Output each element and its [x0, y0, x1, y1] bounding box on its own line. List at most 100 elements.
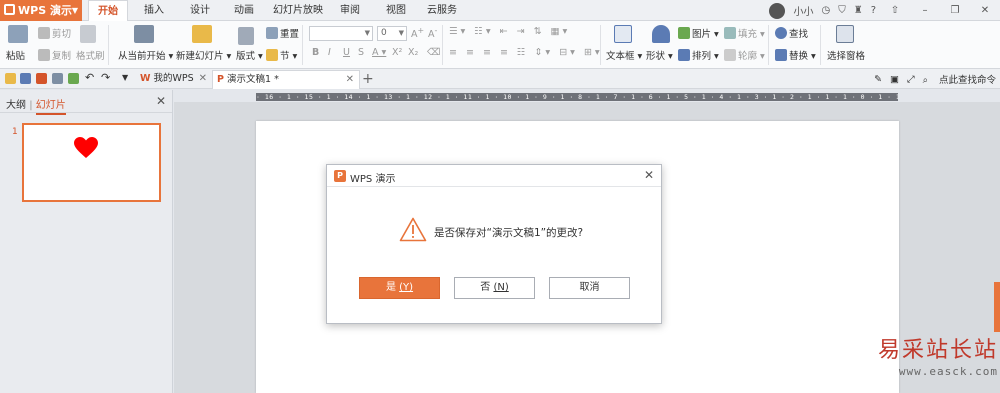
tab-view[interactable]: 视图 — [380, 0, 412, 21]
arrange-button[interactable]: 排列 ▾ — [678, 48, 719, 62]
help-icon[interactable]: ? — [871, 5, 876, 16]
save-icon[interactable] — [20, 73, 31, 84]
picture-icon — [678, 27, 690, 39]
dialog-title: WPS 演示 — [350, 174, 396, 185]
shape-button[interactable]: 形状 ▾ — [646, 48, 673, 62]
new-slide-button[interactable]: 新建幻灯片 ▾ — [176, 48, 231, 62]
format-painter-button[interactable]: 格式刷 — [76, 48, 105, 62]
close-icon[interactable]: ✕ — [346, 71, 354, 89]
paragraph-tools-row2[interactable]: ≡ ≡ ≡ ≡ ☷ ⇕▾ ⊟▾ ⊞▾ — [449, 47, 603, 58]
replace-label: 替换 — [789, 51, 809, 62]
bold-button[interactable]: B — [312, 47, 319, 58]
pin-tool-icon[interactable]: ✎ — [874, 74, 882, 85]
heart-icon — [74, 137, 98, 158]
section-button[interactable]: 节 ▾ — [266, 48, 297, 62]
italic-button[interactable]: I — [328, 47, 331, 58]
clear-format-button[interactable]: ⌫ — [427, 47, 440, 58]
new-tab-button[interactable]: + — [362, 70, 374, 88]
grow-font-button[interactable]: A+ — [411, 26, 424, 40]
from-current-button[interactable]: 从当前开始 ▾ — [118, 48, 173, 62]
no-label: 否 — [480, 282, 491, 293]
expand-icon[interactable]: ⤢ — [907, 74, 915, 85]
tab-outline[interactable]: 大纲 — [6, 100, 26, 111]
cut-button[interactable]: 剪切 — [38, 26, 71, 40]
tab-cloud[interactable]: 云服务 — [420, 0, 464, 21]
app-menu-button[interactable]: WPS 演示 ▼ — [0, 0, 82, 21]
replace-button[interactable]: 替换 ▾ — [775, 48, 816, 62]
command-search[interactable]: ⌕ 点此查找命令 — [923, 72, 996, 86]
reset-button[interactable]: 重置 — [266, 26, 299, 40]
ribbon-divider — [820, 25, 821, 65]
quick-access-dropdown[interactable]: ▼ — [122, 73, 128, 82]
picture-button[interactable]: 图片 ▾ — [678, 26, 719, 40]
text-box-icon — [614, 25, 632, 43]
menu-bar: WPS 演示 ▼ 开始 插入 设计 动画 幻灯片放映 审阅 视图 云服务 小小 … — [0, 0, 1000, 22]
paste-button[interactable]: 粘贴 — [6, 48, 25, 62]
horizontal-ruler[interactable]: · 16 · 1 · 15 · 1 · 14 · 1 · 13 · 1 · 12… — [256, 93, 898, 101]
new-slide-label: 新建幻灯片 — [176, 51, 224, 62]
export-icon[interactable] — [36, 73, 47, 84]
find-button[interactable]: 查找 — [775, 26, 808, 40]
tab-my-wps[interactable]: W 我的WPS ✕ — [136, 70, 212, 89]
cancel-button[interactable]: 取消 — [549, 277, 630, 299]
tab-slideshow[interactable]: 幻灯片放映 — [270, 0, 326, 21]
shield-icon[interactable]: ⛉ — [838, 5, 846, 16]
font-size-value: 0 — [381, 28, 387, 38]
close-button[interactable]: ✕ — [974, 2, 996, 20]
tab-start[interactable]: 开始 — [88, 0, 128, 22]
outline-button[interactable]: 轮廓 ▾ — [724, 48, 765, 62]
paragraph-tools-row1[interactable]: ☰▾ ☷▾ ⇤ ⇥ ⇅ ▦▾ — [449, 26, 570, 37]
tab-design[interactable]: 设计 — [182, 0, 218, 21]
slide-thumbnail[interactable] — [22, 123, 161, 202]
panel-divider — [0, 112, 172, 113]
font-color-button[interactable]: A ▾ — [372, 47, 386, 58]
no-button[interactable]: 否 (N) — [454, 277, 535, 299]
close-icon[interactable]: ✕ — [199, 70, 207, 88]
close-icon[interactable]: ✕ — [156, 94, 166, 108]
find-label: 查找 — [789, 29, 809, 40]
shape-icon — [652, 25, 670, 43]
layout-button[interactable]: 版式 ▾ — [236, 48, 263, 62]
font-name-combo[interactable]: ▼ — [309, 26, 373, 41]
scissors-icon — [38, 27, 50, 39]
fill-button[interactable]: 填充 ▾ — [724, 26, 765, 40]
tab-my-wps-label: 我的WPS — [153, 73, 194, 84]
subscript-button[interactable]: X₂ — [408, 47, 418, 58]
redo-icon[interactable]: ↷ — [101, 71, 110, 84]
replace-icon — [775, 49, 787, 61]
ribbon-divider — [302, 25, 303, 65]
text-box-button[interactable]: 文本框 ▾ — [606, 48, 642, 62]
avatar[interactable] — [769, 2, 786, 19]
format-painter-icon — [80, 25, 96, 43]
open-icon[interactable] — [5, 73, 16, 84]
undo-icon[interactable]: ↶ — [85, 71, 94, 84]
slides-panel: 大纲 | 幻灯片 ✕ 1 — [0, 90, 173, 393]
close-icon[interactable]: ✕ — [644, 168, 654, 182]
picture-label: 图片 — [692, 29, 712, 40]
shrink-font-button[interactable]: A- — [428, 26, 437, 40]
tab-review[interactable]: 审阅 — [334, 0, 366, 21]
yes-button[interactable]: 是 (Y) — [359, 277, 440, 299]
tab-document[interactable]: P 演示文稿1 * ✕ — [212, 70, 360, 89]
doc-icon[interactable]: ▣ — [890, 74, 899, 85]
pin-icon[interactable]: ⇧ — [884, 2, 906, 20]
shirt-icon[interactable]: ♜ — [854, 5, 863, 16]
print-icon[interactable] — [52, 73, 63, 84]
yes-label: 是 — [385, 282, 396, 293]
user-name[interactable]: 小小 — [793, 3, 813, 18]
ribbon: 粘贴 剪切 复制 格式刷 从当前开始 ▾ 新建幻灯片 ▾ 版式 ▾ 重置 节 ▾… — [0, 21, 1000, 69]
superscript-button[interactable]: X² — [392, 47, 402, 58]
tab-insert[interactable]: 插入 — [136, 0, 172, 21]
side-panel-toggle[interactable] — [994, 282, 1000, 332]
minimize-button[interactable]: – — [914, 2, 936, 20]
maximize-button[interactable]: ❐ — [944, 2, 966, 20]
font-size-combo[interactable]: 0 ▼ — [377, 26, 407, 41]
underline-button[interactable]: U — [343, 47, 350, 58]
tab-animation[interactable]: 动画 — [226, 0, 262, 21]
preview-icon[interactable] — [68, 73, 79, 84]
copy-button[interactable]: 复制 — [38, 48, 71, 62]
selection-pane-button[interactable]: 选择窗格 — [827, 48, 865, 62]
clock-icon[interactable]: ◷ — [821, 5, 830, 16]
shadow-button[interactable]: S — [358, 47, 364, 58]
tab-document-label: 演示文稿1 * — [227, 74, 279, 85]
